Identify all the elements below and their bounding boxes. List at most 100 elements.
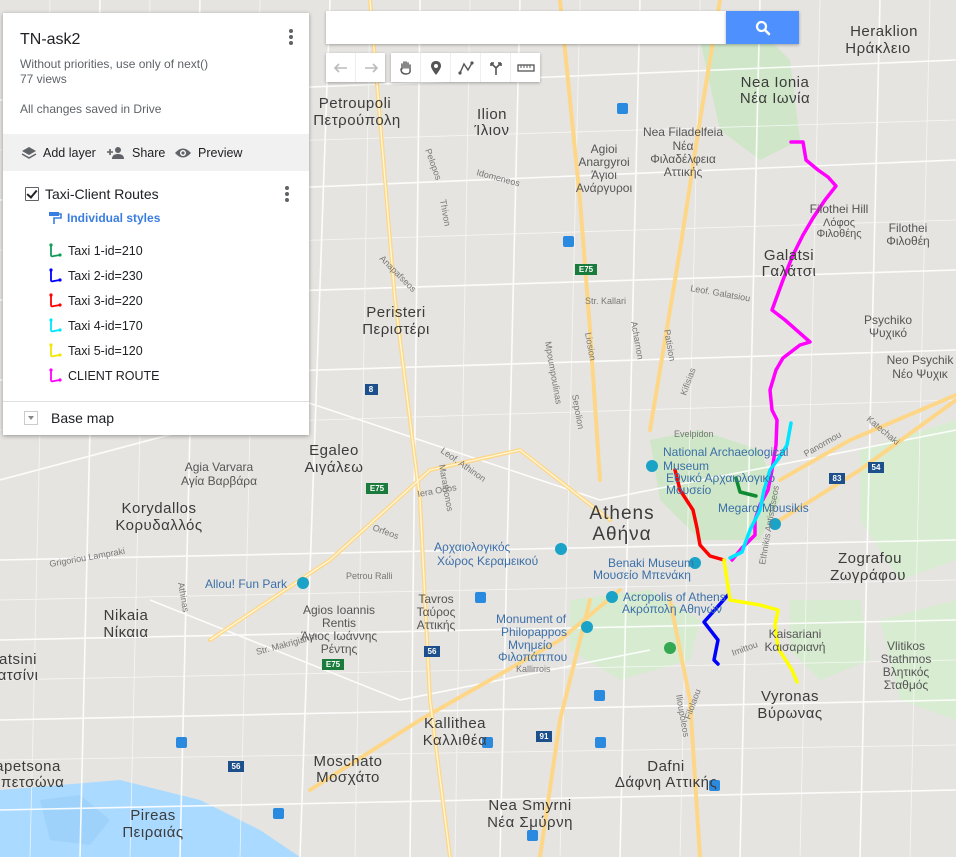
svg-text:Νίκαια: Νίκαια: [103, 624, 148, 641]
route-item-taxi-4[interactable]: Taxi 4-id=170: [48, 316, 143, 336]
svg-text:Ταύρος: Ταύρος: [417, 605, 456, 619]
toolbar-history: [326, 53, 385, 82]
svg-text:56: 56: [232, 762, 241, 771]
road-shield-54: 54: [868, 462, 884, 473]
svg-text:Νέα Ιωνία: Νέα Ιωνία: [740, 90, 810, 107]
svg-text:Stathmos: Stathmos: [881, 652, 932, 666]
svg-text:Philopappos: Philopappos: [501, 625, 567, 639]
share-button[interactable]: Share: [106, 134, 165, 171]
map-options-button[interactable]: [281, 27, 301, 49]
museum-marker-icon: [646, 460, 658, 472]
toolbar-tools: [391, 53, 540, 82]
route-item-taxi-1[interactable]: Taxi 1-id=210: [48, 241, 143, 261]
svg-text:Περιστέρι: Περιστέρι: [362, 321, 430, 338]
svg-text:ατσίνι: ατσίνι: [0, 667, 38, 684]
svg-text:Χώρος Κεραμεικού: Χώρος Κεραμεικού: [437, 554, 538, 568]
route-line-icon: [49, 318, 62, 333]
search-icon: [755, 20, 770, 35]
undo-icon: [333, 62, 347, 73]
svg-text:Αθήνα: Αθήνα: [592, 524, 651, 545]
pan-tool-button[interactable]: [391, 53, 421, 82]
svg-text:Καισαριανή: Καισαριανή: [765, 640, 826, 654]
route-label: Taxi 1-id=210: [68, 244, 143, 258]
svg-text:Φιλοθέης: Φιλοθέης: [816, 228, 861, 240]
measure-button[interactable]: [511, 53, 540, 82]
svg-text:Petroupoli: Petroupoli: [319, 95, 392, 112]
svg-text:Φιλοθέη: Φιλοθέη: [886, 234, 929, 248]
route-item-client[interactable]: CLIENT ROUTE: [48, 366, 159, 386]
svg-text:Αγία Βαρβάρα: Αγία Βαρβάρα: [181, 474, 257, 488]
layer-style-link[interactable]: Individual styles: [48, 211, 160, 225]
undo-button[interactable]: [326, 53, 356, 82]
svg-text:Psychiko: Psychiko: [864, 313, 912, 327]
add-layer-button[interactable]: Add layer: [21, 134, 96, 171]
chevron-down-icon[interactable]: [24, 411, 38, 425]
road-shield-83: 83: [829, 473, 845, 484]
redo-button[interactable]: [356, 53, 385, 82]
svg-text:Korydallos: Korydallos: [121, 500, 196, 517]
svg-text:Vyronas: Vyronas: [761, 688, 819, 705]
paint-roller-icon: [49, 212, 62, 224]
svg-text:8: 8: [369, 385, 374, 394]
landmark-marker-icon: [606, 591, 618, 603]
svg-text:Ζωγράφου: Ζωγράφου: [830, 567, 906, 584]
draw-line-button[interactable]: [451, 53, 481, 82]
layer-name[interactable]: Taxi-Client Routes: [45, 186, 159, 202]
map-description[interactable]: Without priorities, use only of next(): [20, 57, 208, 71]
svg-text:Anargyroi: Anargyroi: [578, 155, 629, 169]
add-marker-button[interactable]: [421, 53, 451, 82]
park-marker-icon: [297, 577, 309, 589]
base-map-toggle[interactable]: Base map: [24, 410, 114, 426]
svg-text:Galatsi: Galatsi: [764, 247, 814, 264]
search-input[interactable]: [326, 11, 726, 44]
search-button[interactable]: [726, 11, 799, 44]
view-count: 77 views: [20, 72, 67, 86]
marker-icon: [430, 60, 441, 75]
base-map-label: Base map: [51, 410, 115, 426]
svg-text:Ρέντης: Ρέντης: [321, 642, 358, 656]
svg-text:Tavros: Tavros: [418, 592, 453, 606]
svg-text:Γαλάτσι: Γαλάτσι: [762, 263, 817, 280]
road-shield-e75: E75: [575, 264, 597, 275]
route-line-icon: [49, 268, 62, 283]
layer-visibility-checkbox[interactable]: [25, 187, 39, 201]
directions-icon: [489, 61, 502, 75]
svg-text:Αρχαιολογικός: Αρχαιολογικός: [434, 540, 511, 554]
route-item-taxi-3[interactable]: Taxi 3-id=220: [48, 291, 143, 311]
share-label: Share: [132, 145, 166, 160]
svg-text:Monument of: Monument of: [496, 612, 567, 626]
svg-text:Evelpidon: Evelpidon: [674, 429, 714, 439]
hand-icon: [399, 60, 411, 75]
directions-button[interactable]: [481, 53, 511, 82]
svg-text:83: 83: [833, 474, 842, 483]
layer-header[interactable]: Taxi-Client Routes: [3, 183, 309, 207]
svg-text:Πειραιάς: Πειραιάς: [122, 824, 183, 841]
svg-text:Βλητικός: Βλητικός: [883, 665, 930, 679]
svg-text:Καλλιθέα: Καλλιθέα: [423, 732, 488, 749]
svg-text:E75: E75: [326, 660, 341, 669]
road-shield-56: 56: [424, 646, 440, 657]
svg-text:Agios Ioannis: Agios Ioannis: [303, 603, 375, 617]
draw-line-icon: [457, 60, 474, 75]
svg-text:Heraklion: Heraklion: [850, 23, 918, 40]
svg-text:Βύρωνας: Βύρωνας: [757, 705, 822, 722]
svg-text:Κορυδαλλός: Κορυδαλλός: [115, 517, 202, 534]
svg-text:E75: E75: [579, 265, 594, 274]
road-shield-91: 91: [536, 731, 552, 742]
svg-text:Athens: Athens: [589, 503, 654, 524]
svg-text:Σταθμός: Σταθμός: [884, 678, 929, 692]
svg-text:Αττικής: Αττικής: [417, 618, 456, 632]
svg-text:Agia Varvara: Agia Varvara: [185, 460, 254, 474]
park-tree-icon: [664, 642, 676, 654]
route-label: Taxi 3-id=220: [68, 294, 143, 308]
svg-text:Ψυχικό: Ψυχικό: [869, 326, 907, 340]
route-item-taxi-2[interactable]: Taxi 2-id=230: [48, 266, 143, 286]
svg-text:Petrou Ralli: Petrou Ralli: [346, 571, 393, 581]
map-title[interactable]: TN-ask2: [20, 31, 80, 49]
svg-text:54: 54: [872, 463, 881, 472]
preview-button[interactable]: Preview: [174, 134, 242, 171]
route-item-taxi-5[interactable]: Taxi 5-id=120: [48, 341, 143, 361]
layer-options-button[interactable]: [277, 184, 297, 206]
map-legend-panel: TN-ask2 Without priorities, use only of …: [3, 13, 309, 435]
svg-text:Φιλοπάππου: Φιλοπάππου: [498, 650, 567, 664]
